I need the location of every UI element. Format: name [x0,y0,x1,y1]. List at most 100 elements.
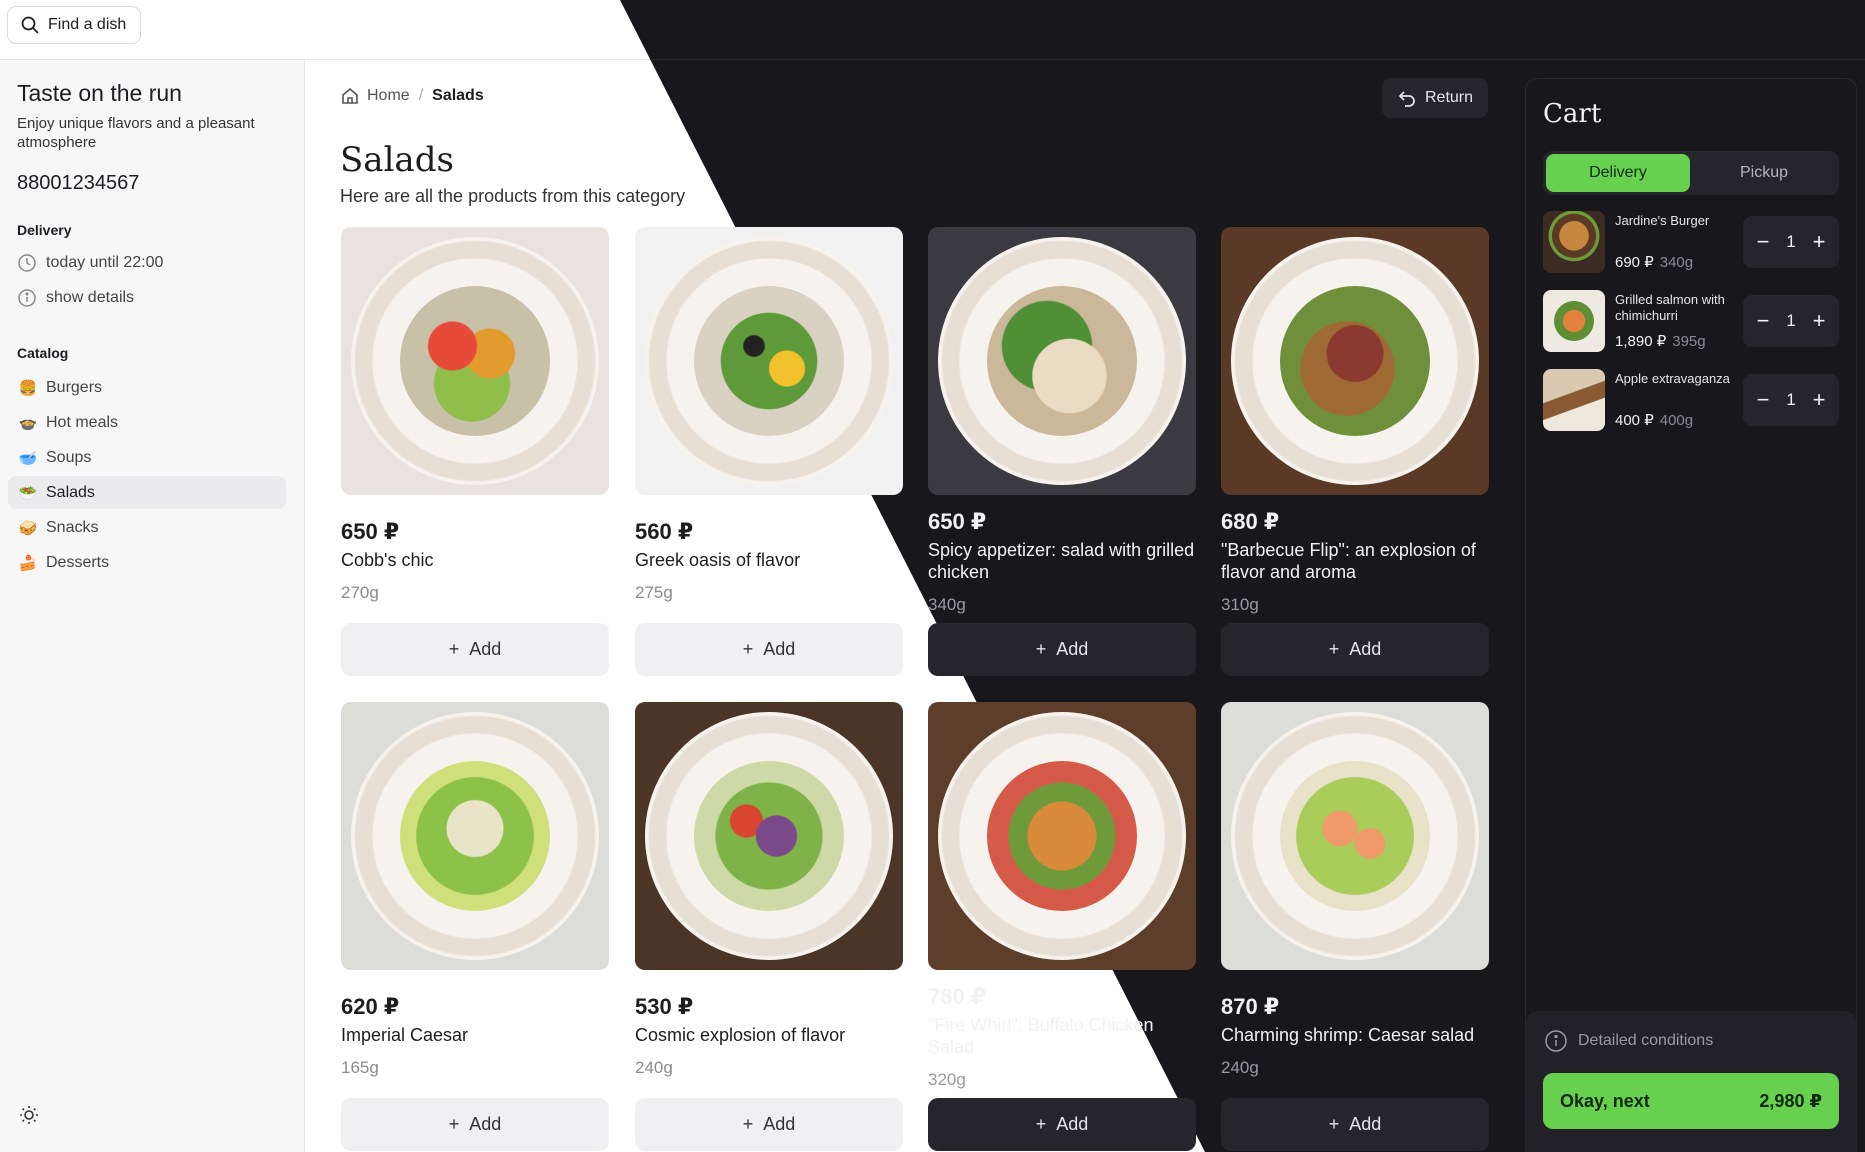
sidebar: Taste on the run Enjoy unique flavors an… [0,60,305,1152]
product-weight: 165g [341,1058,379,1077]
search-button[interactable]: Find a dish [7,6,142,44]
cart-item-image [1543,369,1605,431]
product-name: Greek oasis of flavor [635,550,801,570]
product-card[interactable]: 780 ₽ "Fire Whirl": Buffalo Chicken Sala… [928,702,1196,1151]
cart-item-image [1543,211,1605,273]
product-price: 870 ₽ [1221,994,1280,1019]
plus-icon: + [1328,639,1340,659]
phone-number[interactable]: 88001234567 [17,172,139,195]
product-weight: 270g [341,583,379,602]
breadcrumb: Home / Salads [340,86,484,106]
sidebar-item-desserts[interactable]: 🍰 Desserts [8,546,286,579]
breadcrumb-separator: / [418,87,424,104]
cart-item: Grilled salmon with chimichurri 1,890 ₽3… [1543,290,1841,352]
product-image [928,227,1196,495]
plus-icon: + [1035,1114,1047,1134]
plus-icon: + [742,1114,754,1134]
hot-meal-icon: 🍲 [18,414,38,432]
product-weight: 240g [1221,1058,1259,1077]
page-title: Salads [340,140,454,180]
cart-item: Apple extravaganza 400 ₽400g − 1 + [1543,369,1841,431]
sidebar-item-soups[interactable]: 🥣 Soups [8,441,286,474]
product-card[interactable]: 650 ₽ Cobb's chic 270g + Add [341,227,609,676]
theme-toggle-sun-icon[interactable] [18,1104,40,1126]
product-weight: 240g [635,1058,673,1077]
top-bar [0,0,1865,60]
add-button[interactable]: + Add [635,623,903,676]
breadcrumb-home[interactable]: Home [340,86,410,106]
minus-icon[interactable]: − [1751,308,1775,333]
plus-icon: + [1035,639,1047,659]
product-price: 650 ₽ [928,509,987,534]
product-name: "Barbecue Flip": an explosion of flavor … [1221,540,1476,582]
product-price: 780 ₽ [928,984,987,1009]
product-price: 560 ₽ [635,519,694,544]
minus-icon[interactable]: − [1751,229,1775,254]
plus-icon: + [742,639,754,659]
product-card[interactable]: 650 ₽ Spicy appetizer: salad with grille… [928,227,1196,676]
tab-pickup[interactable]: Pickup [1692,154,1836,192]
product-weight: 275g [635,583,673,602]
product-name: Imperial Caesar [341,1025,469,1045]
product-image [635,702,903,970]
add-button[interactable]: + Add [1221,1098,1489,1151]
info-icon [1545,1030,1567,1052]
product-card[interactable]: 680 ₽ "Barbecue Flip": an explosion of f… [1221,227,1489,676]
quantity-value: 1 [1786,232,1796,251]
cart-item-name: Grilled salmon with chimichurri [1615,292,1725,323]
add-button[interactable]: + Add [928,1098,1196,1151]
sidebar-item-snacks[interactable]: 🥪 Snacks [8,511,286,544]
detailed-conditions-link[interactable]: Detailed conditions [1544,1029,1713,1053]
cart-title: Cart [1543,99,1602,129]
product-name: Spicy appetizer: salad with grilled chic… [928,540,1195,582]
quantity-stepper: − 1 + [1743,374,1839,426]
product-price: 650 ₽ [341,519,400,544]
quantity-value: 1 [1786,311,1796,330]
delivery-time: today until 22:00 [17,253,163,273]
product-image [341,227,609,495]
product-card[interactable]: 560 ₽ Greek oasis of flavor 275g + Add [635,227,903,676]
add-button[interactable]: + Add [1221,623,1489,676]
cart-item: Jardine's Burger 690 ₽340g − 1 + [1543,211,1841,273]
plus-icon[interactable]: + [1807,229,1831,254]
product-price: 680 ₽ [1221,509,1280,534]
add-button[interactable]: + Add [928,623,1196,676]
restaurant-subtitle: Enjoy unique flavors and a pleasant atmo… [17,115,255,151]
product-weight: 340g [928,595,966,614]
tab-delivery[interactable]: Delivery [1546,154,1690,192]
show-details-link[interactable]: show details [17,288,134,308]
plus-icon[interactable]: + [1807,387,1831,412]
home-icon [342,87,358,104]
checkout-label: Okay, next [1560,1090,1650,1111]
sidebar-item-burgers[interactable]: 🍔 Burgers [8,371,286,404]
minus-icon[interactable]: − [1751,387,1775,412]
dessert-icon: 🍰 [18,554,38,572]
cart-item-price: 1,890 ₽395g [1615,333,1706,350]
sidebar-item-hot-meals[interactable]: 🍲 Hot meals [8,406,286,439]
plus-icon[interactable]: + [1807,308,1831,333]
quantity-stepper: − 1 + [1743,295,1839,347]
product-name: Charming shrimp: Caesar salad [1221,1025,1475,1045]
add-button[interactable]: + Add [635,1098,903,1151]
add-button[interactable]: + Add [341,1098,609,1151]
cart-item-image [1543,290,1605,352]
product-image [928,702,1196,970]
restaurant-title: Taste on the run [17,80,182,106]
quantity-stepper: − 1 + [1743,216,1839,268]
sidebar-item-salads[interactable]: 🥗 Salads [8,476,286,509]
cart-item-price: 690 ₽340g [1615,254,1694,271]
product-card[interactable]: 870 ₽ Charming shrimp: Caesar salad 240g… [1221,702,1489,1151]
product-card[interactable]: 530 ₽ Cosmic explosion of flavor 240g + A… [635,702,903,1151]
product-card[interactable]: 620 ₽ Imperial Caesar 165g + Add [341,702,609,1151]
return-button[interactable]: Return [1382,78,1488,118]
delivery-mode-toggle: Delivery Pickup [1543,151,1839,195]
cart-panel: Cart Delivery Pickup Jardine's Burger 69… [1525,78,1857,1152]
checkout-button[interactable]: Okay, next 2,980 ₽ [1543,1073,1839,1129]
soup-icon: 🥣 [18,449,38,467]
product-name: Cosmic explosion of flavor [635,1025,846,1045]
product-image [1221,702,1489,970]
cart-item-name: Apple extravaganza [1615,371,1730,386]
add-button[interactable]: + Add [341,623,609,676]
cart-total: 2,980 ₽ [1759,1090,1822,1111]
cart-item-name: Jardine's Burger [1615,213,1710,228]
